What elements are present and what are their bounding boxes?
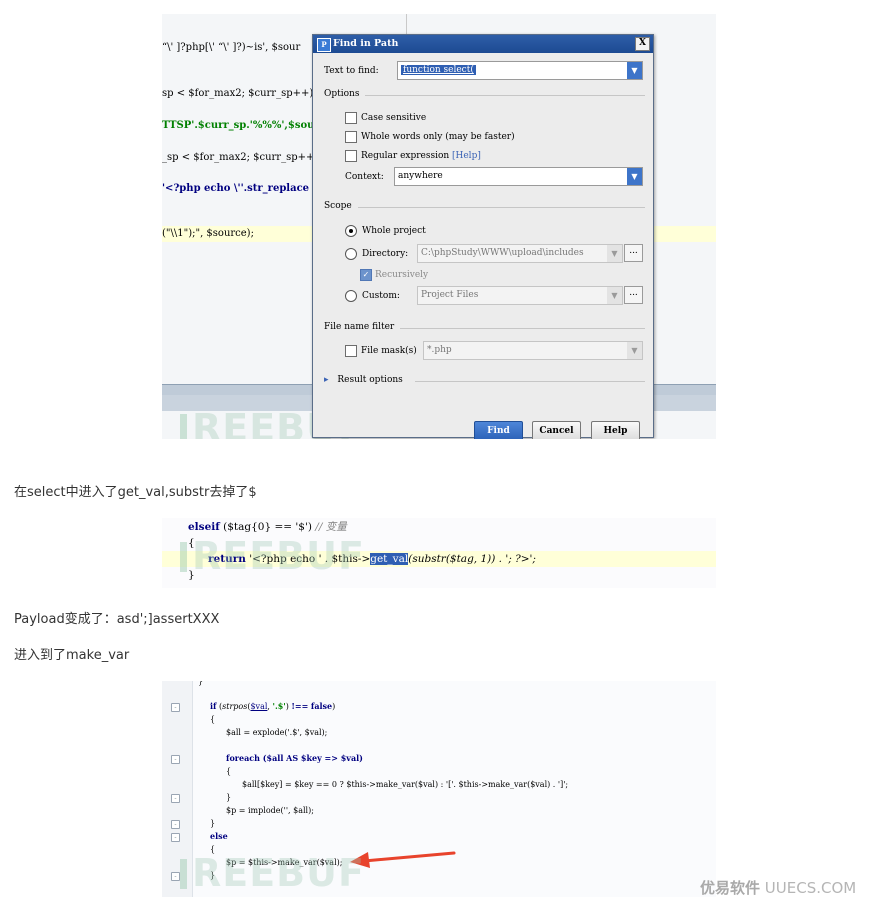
custom-scope-select[interactable]: Project Files ▼ xyxy=(417,286,623,305)
whole-words-label: Whole words only (may be faster) xyxy=(361,132,515,142)
code-line: if (strpos($val, '.$') !== false) xyxy=(210,701,336,711)
code-line: else xyxy=(210,831,228,841)
find-button[interactable]: Find xyxy=(474,421,523,439)
custom-scope-value: Project Files xyxy=(421,290,479,300)
code-line: _sp < $for_max2; $curr_sp++) xyxy=(162,152,319,163)
code-line: sp < $for_max2; $curr_sp++) xyxy=(162,88,314,99)
help-button[interactable]: Help xyxy=(591,421,640,439)
chevron-down-icon[interactable]: ▼ xyxy=(627,168,642,185)
code-line: { xyxy=(226,767,232,776)
find-in-path-dialog: P Find in Path X Text to find: function … xyxy=(312,34,654,439)
text-to-find-value: function select( xyxy=(401,65,476,75)
caption-payload: Payload变成了：asd';]assertXXX xyxy=(14,612,220,627)
freebuf-watermark: REEBUF xyxy=(180,851,365,895)
file-mask-value: *.php xyxy=(427,345,452,355)
regex-checkbox[interactable] xyxy=(345,150,357,162)
whole-project-label: Whole project xyxy=(362,226,426,236)
scope-section-header: Scope xyxy=(324,201,645,213)
fold-icon[interactable]: - xyxy=(171,703,180,712)
context-label: Context: xyxy=(345,172,384,182)
code-screenshot-get-val: elseif ($tag{0} == '$') // 变量 { return '… xyxy=(162,518,716,588)
context-select[interactable]: anywhere ▼ xyxy=(394,167,643,186)
fold-icon[interactable]: - xyxy=(171,820,180,829)
directory-radio[interactable] xyxy=(345,248,357,260)
chevron-right-icon: ▸ xyxy=(324,375,338,385)
regex-label: Regular expression xyxy=(361,151,450,161)
custom-label: Custom: xyxy=(362,291,400,301)
recursively-checkbox[interactable]: ✓ xyxy=(360,269,372,281)
recursively-label: Recursively xyxy=(375,270,429,280)
fold-icon[interactable]: - xyxy=(171,872,180,881)
directory-value: C:\phpStudy\WWW\upload\includes xyxy=(421,248,584,258)
code-line: } xyxy=(198,681,204,686)
options-section-header: Options xyxy=(324,89,645,101)
fold-icon[interactable]: - xyxy=(171,755,180,764)
case-sensitive-checkbox[interactable] xyxy=(345,112,357,124)
directory-select[interactable]: C:\phpStudy\WWW\upload\includes ▼ xyxy=(417,244,623,263)
code-line: } xyxy=(210,819,216,828)
custom-radio[interactable] xyxy=(345,290,357,302)
whole-words-checkbox[interactable] xyxy=(345,131,357,143)
uuecs-watermark: 优易软件 UUECS.COM xyxy=(700,879,857,897)
custom-scope-button[interactable]: ... xyxy=(624,286,643,304)
text-to-find-input[interactable]: function select( ▼ xyxy=(397,61,643,80)
file-mask-label: File mask(s) xyxy=(361,346,417,356)
editor-divider xyxy=(406,14,407,36)
dialog-title: Find in Path xyxy=(333,38,399,49)
code-line: $p = implode('', $all); xyxy=(226,806,314,815)
close-icon[interactable]: X xyxy=(635,37,650,51)
file-mask-checkbox[interactable] xyxy=(345,345,357,357)
chevron-down-icon[interactable]: ▼ xyxy=(607,287,622,304)
chevron-down-icon[interactable]: ▼ xyxy=(627,62,642,79)
file-name-filter-header: File name filter xyxy=(324,322,645,334)
fold-icon[interactable]: - xyxy=(171,794,180,803)
chevron-down-icon[interactable]: ▼ xyxy=(627,342,642,359)
code-line: '<?php echo \''.str_replace xyxy=(162,183,310,194)
text-to-find-label: Text to find: xyxy=(324,66,379,76)
ide-screenshot-find-in-path: “\' ]?php[\' “\' ]?)~is', $sour sp < $fo… xyxy=(162,14,716,439)
get-val-selection: get_val xyxy=(370,553,409,565)
browse-directory-button[interactable]: ... xyxy=(624,244,643,262)
code-line: } xyxy=(226,793,232,802)
directory-label: Directory: xyxy=(362,249,409,259)
code-line: $all = explode('.$', $val); xyxy=(226,728,328,737)
chevron-down-icon[interactable]: ▼ xyxy=(607,245,622,262)
fold-icon[interactable]: - xyxy=(171,833,180,842)
code-line: foreach ($all AS $key => $val) xyxy=(226,753,363,763)
code-line: elseif ($tag{0} == '$') // 变量 xyxy=(188,521,347,533)
php-icon: P xyxy=(317,38,331,52)
case-sensitive-label: Case sensitive xyxy=(361,113,427,123)
freebuf-watermark: REEBUF xyxy=(180,534,365,578)
cancel-button[interactable]: Cancel xyxy=(532,421,581,439)
code-line: “\' ]?php[\' “\' ]?)~is', $sour xyxy=(162,42,301,53)
whole-project-radio[interactable] xyxy=(345,225,357,237)
context-value: anywhere xyxy=(398,171,443,181)
code-line: $all[$key] = $key == 0 ? $this->make_var… xyxy=(242,780,569,789)
result-options-toggle[interactable]: ▸ Result options xyxy=(324,375,645,387)
dialog-titlebar[interactable]: P Find in Path X xyxy=(313,35,653,53)
caption-make-var: 进入到了make_var xyxy=(14,648,130,663)
code-screenshot-make-var: - - - - - - } if (strpos($val, '.$') !==… xyxy=(162,681,716,897)
caption-select-get-val: 在select中进入了get_val,substr去掉了$ xyxy=(14,485,257,500)
file-mask-select[interactable]: *.php ▼ xyxy=(423,341,643,360)
code-line: { xyxy=(210,715,216,724)
code-line: TTSP'.$curr_sp.'%%%',$source) xyxy=(162,120,337,131)
regex-help-link[interactable]: [Help] xyxy=(452,151,481,161)
